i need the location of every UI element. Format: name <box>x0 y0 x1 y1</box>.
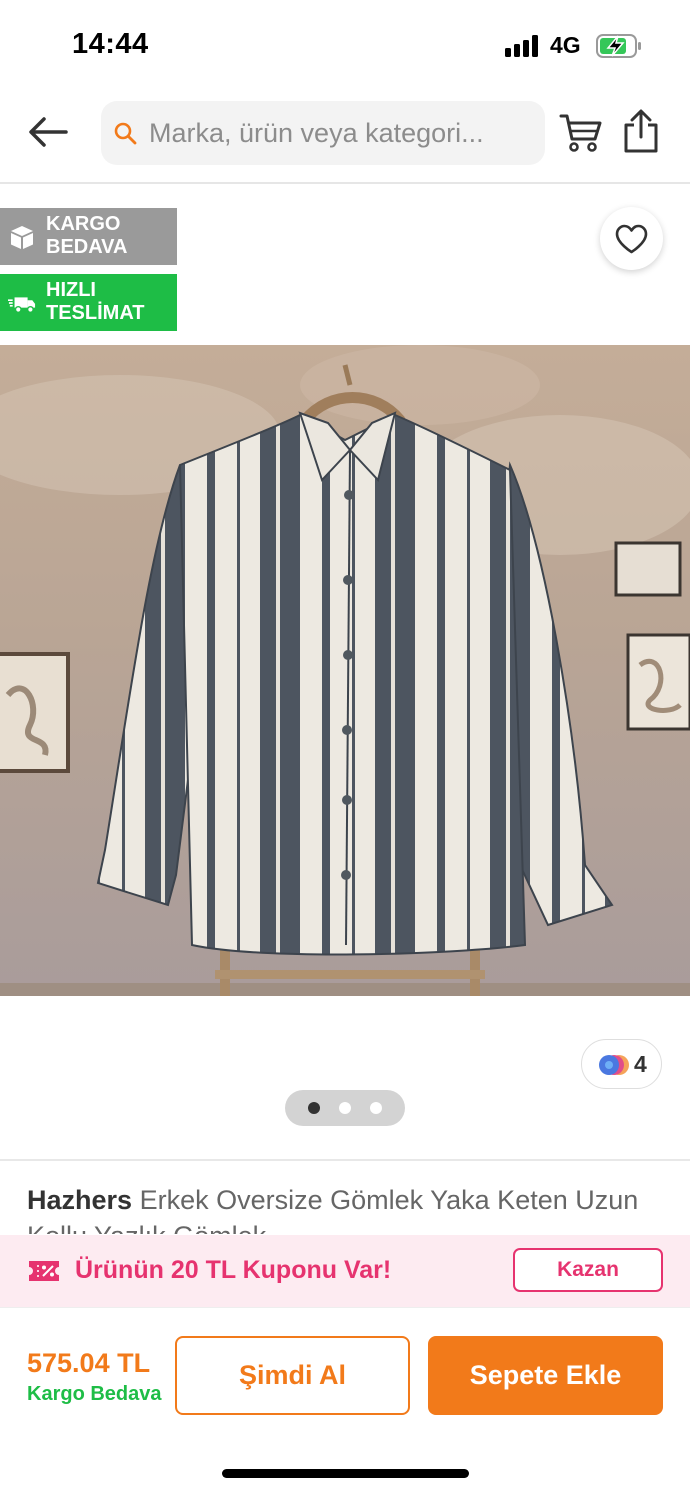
coupon-percent-icon <box>29 1261 59 1281</box>
pager-dot[interactable] <box>339 1102 351 1114</box>
home-indicator[interactable] <box>222 1469 469 1478</box>
search-bar[interactable] <box>101 101 545 165</box>
free-shipping-badge: KARGO BEDAVA <box>0 208 177 265</box>
image-pager[interactable] <box>285 1090 405 1126</box>
pager-dot-active[interactable] <box>308 1102 320 1114</box>
brand-name[interactable]: Hazhers <box>27 1185 132 1215</box>
color-count-label: 4 <box>634 1051 647 1077</box>
add-to-cart-button[interactable]: Sepete Ekle <box>428 1336 663 1415</box>
fast-truck-icon <box>8 297 36 314</box>
battery-charging-icon <box>596 34 641 58</box>
purchase-bar: 575.04 TL Kargo Bedava Şimdi Al Sepete E… <box>0 1307 690 1493</box>
product-image[interactable] <box>0 345 690 996</box>
color-options-button[interactable]: 4 <box>581 1039 662 1089</box>
buy-now-button[interactable]: Şimdi Al <box>175 1336 410 1415</box>
search-input[interactable] <box>149 101 534 165</box>
package-icon <box>11 226 33 249</box>
signal-icon <box>505 35 541 57</box>
share-icon[interactable] <box>622 108 660 154</box>
badge-label: KARGO BEDAVA <box>46 213 128 258</box>
claim-coupon-button[interactable]: Kazan <box>513 1248 663 1292</box>
search-icon <box>114 122 137 145</box>
section-divider <box>0 1159 690 1161</box>
color-palette-icon <box>599 1055 629 1075</box>
shipping-label: Kargo Bedava <box>27 1383 162 1405</box>
pager-dot[interactable] <box>370 1102 382 1114</box>
cart-icon[interactable] <box>559 112 603 154</box>
badge-label: HIZLI TESLİMAT <box>46 279 145 324</box>
heart-icon <box>615 224 648 254</box>
product-price: 575.04 TL <box>27 1348 151 1378</box>
status-bar: 14:44 4G <box>0 0 690 92</box>
back-arrow-icon[interactable] <box>22 110 74 154</box>
favorite-button[interactable] <box>600 207 663 270</box>
fast-delivery-badge: HIZLI TESLİMAT <box>0 274 177 331</box>
network-label: 4G <box>550 32 581 58</box>
coupon-text: Ürünün 20 TL Kuponu Var! <box>75 1256 392 1284</box>
striped-shirt-photo <box>0 345 690 996</box>
status-time: 14:44 <box>72 28 149 60</box>
coupon-banner: Ürünün 20 TL Kuponu Var! Kazan <box>0 1235 690 1307</box>
top-navigation <box>0 92 690 184</box>
product-title: Hazhers Erkek Oversize Gömlek Yaka Keten… <box>27 1182 667 1234</box>
